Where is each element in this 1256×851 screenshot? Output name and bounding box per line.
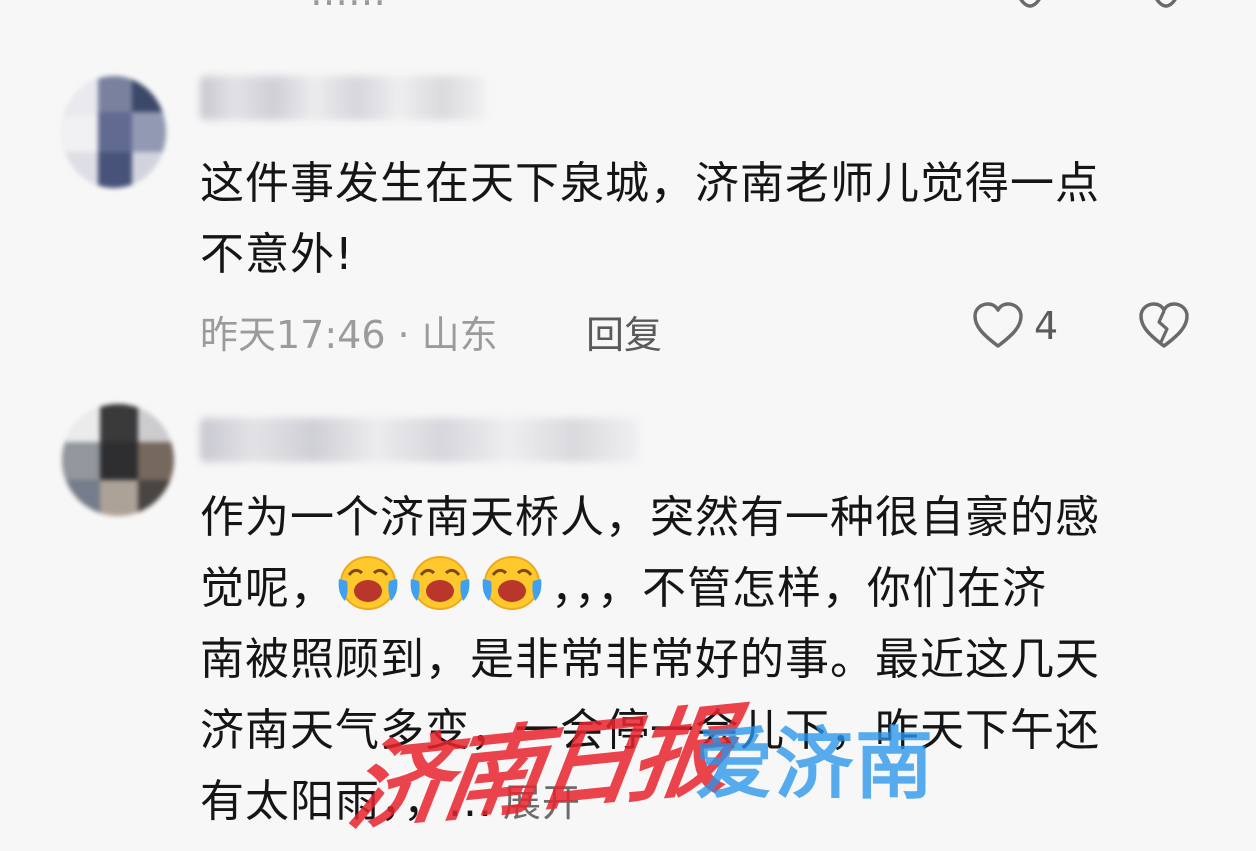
comment-location: 山东 (421, 313, 498, 357)
broken-heart-icon[interactable] (1146, 0, 1186, 12)
comment-line: 作为一个济南天桥人，突然有一种很自豪的感 (200, 492, 1100, 543)
laughing-crying-emoji (482, 556, 542, 610)
comment-text: 作为一个济南天桥人，突然有一种很自豪的感 觉呢， ，，，不管怎样，你们在济 南被… (200, 482, 1210, 839)
laughing-crying-emoji (338, 556, 398, 610)
expand-button[interactable]: 展开 (503, 781, 581, 825)
username-blurred[interactable] (200, 418, 640, 462)
avatar[interactable] (62, 76, 166, 188)
comment-line: 觉呢， ，，，不管怎样，你们在济 (200, 553, 1210, 624)
like-count: 4 (1034, 304, 1059, 348)
username-blurred[interactable] (200, 76, 485, 120)
like-button[interactable]: 4 (972, 302, 1058, 350)
comment-line: 南被照顾到，是非常非常好的事。最近这几天 (200, 634, 1100, 685)
comment-text: 这件事发生在天下泉城，济南老师儿觉得一点 不意外! (200, 148, 1210, 290)
comment-line: 不意外! (200, 229, 354, 280)
dislike-button[interactable] (1138, 302, 1190, 354)
heart-outline-icon[interactable] (1010, 0, 1050, 12)
avatar[interactable] (62, 404, 174, 516)
reply-button[interactable]: 回复 (586, 304, 662, 359)
comment-line: 济南天气多变，一会停一会儿下，昨天下午还 (200, 705, 1100, 756)
previous-comment-footer: …… (0, 0, 1256, 18)
previous-comment-meta: …… (310, 0, 386, 14)
comment-line-rest: ，，，不管怎样，你们在济 (551, 563, 1047, 614)
heart-outline-icon (973, 302, 1023, 348)
broken-heart-icon (1139, 302, 1189, 348)
comment-line: 有太阳雨，，... 展开 (200, 766, 1210, 839)
comment-line-tail: 有太阳雨，，... (200, 776, 493, 827)
comment-line: 这件事发生在天下泉城，济南老师儿觉得一点 (200, 158, 1100, 209)
laughing-crying-emoji (410, 556, 470, 610)
comment-time: 昨天17:46 (200, 313, 386, 357)
comment-meta: 昨天17:46 · 山东 (200, 304, 498, 359)
comment-line-prefix: 觉呢， (200, 563, 335, 614)
meta-separator: · (397, 313, 410, 357)
